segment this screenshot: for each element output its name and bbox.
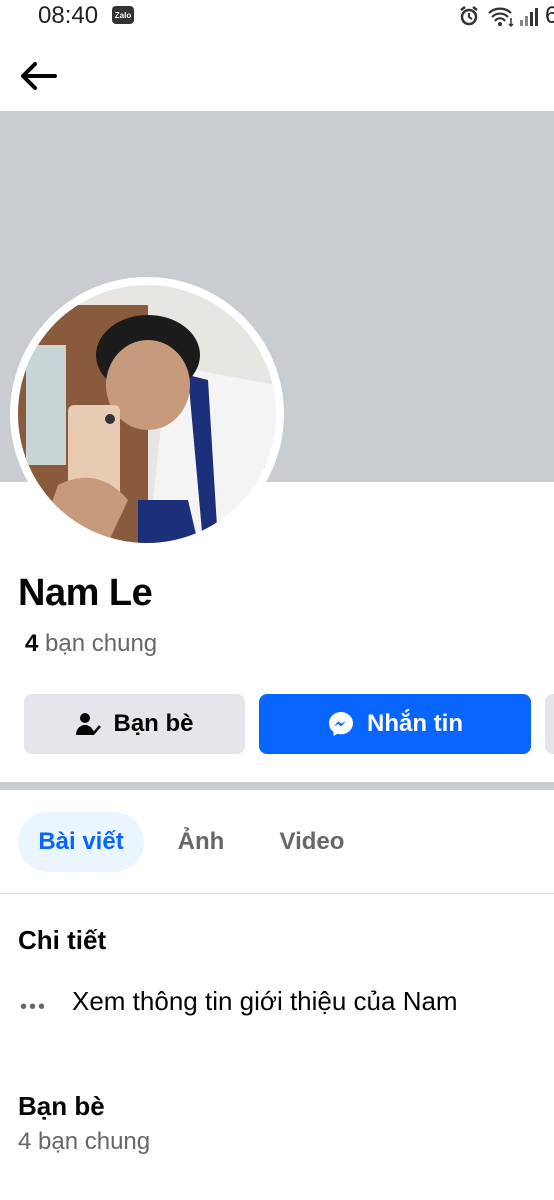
alarm-icon <box>458 5 480 32</box>
mutual-friends-count[interactable]: 4 bạn chung <box>25 630 157 658</box>
tab-posts[interactable]: Bài viết <box>18 812 144 872</box>
wifi-icon <box>487 5 515 32</box>
more-options-button[interactable] <box>545 694 554 754</box>
friend-check-icon <box>76 713 102 735</box>
tab-video[interactable]: Video <box>262 812 362 872</box>
back-button[interactable] <box>14 52 62 100</box>
tab-photos[interactable]: Ảnh <box>160 812 242 872</box>
friends-button-label: Bạn bè <box>113 710 194 737</box>
more-dots-icon: ••• <box>20 996 48 1018</box>
profile-avatar[interactable] <box>10 277 284 551</box>
profile-name: Nam Le <box>18 572 153 614</box>
details-heading: Chi tiết <box>18 925 107 955</box>
tabs-divider <box>0 893 554 894</box>
mutual-count-number: 4 <box>25 630 39 657</box>
friends-section-mutual: 4 bạn chung <box>18 1128 151 1155</box>
friends-button[interactable]: Bạn bè <box>24 694 245 754</box>
status-time: 08:40 <box>38 2 99 29</box>
zalo-notification-icon: Zalo <box>112 6 134 24</box>
battery-level: 6 <box>545 2 554 29</box>
section-divider <box>0 782 554 790</box>
messenger-icon <box>329 712 353 736</box>
arrow-left-icon <box>21 62 57 90</box>
avatar-photo <box>18 285 276 543</box>
message-button-label: Nhắn tin <box>367 710 463 737</box>
signal-icon <box>519 5 539 32</box>
mutual-count-label: bạn chung <box>45 630 158 657</box>
friends-section-heading: Bạn bè <box>18 1091 105 1121</box>
see-intro-link[interactable]: Xem thông tin giới thiệu của Nam <box>72 986 458 1017</box>
message-button[interactable]: Nhắn tin <box>259 694 531 754</box>
